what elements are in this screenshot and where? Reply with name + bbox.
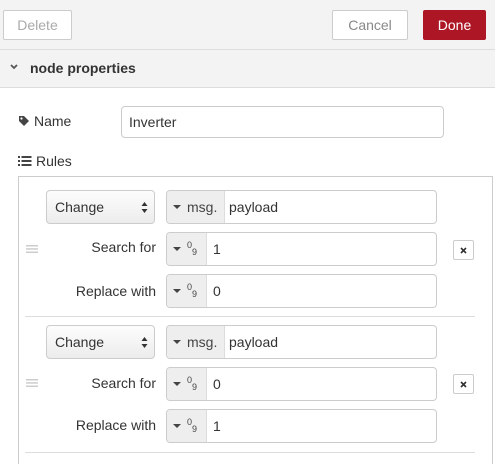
- chevron-down-icon: [10, 64, 18, 70]
- caret-down-icon: [173, 289, 181, 293]
- caret-down-icon: [173, 424, 181, 428]
- rule-property-input[interactable]: msg. payload: [166, 325, 437, 359]
- rule-action-value: Change: [55, 199, 105, 215]
- value-type-button[interactable]: 09: [167, 410, 207, 442]
- replace-value-input[interactable]: 09 0: [166, 274, 437, 308]
- number-type-icon: 09: [187, 375, 198, 392]
- search-value[interactable]: 1: [207, 233, 221, 265]
- caret-down-icon: [173, 340, 181, 344]
- search-value[interactable]: 0: [207, 368, 221, 400]
- property-type-label: msg.: [187, 334, 218, 350]
- property-type-label: msg.: [187, 199, 218, 215]
- number-type-icon: 09: [187, 417, 198, 434]
- number-type-icon: 09: [187, 240, 198, 257]
- name-label-text: Name: [34, 113, 72, 129]
- node-properties-header[interactable]: node properties: [0, 50, 495, 88]
- done-button[interactable]: Done: [423, 10, 486, 40]
- select-arrows-icon: [141, 202, 148, 213]
- property-type-button[interactable]: msg.: [167, 326, 225, 358]
- remove-rule-button[interactable]: [453, 374, 474, 394]
- replace-value-input[interactable]: 09 1: [166, 409, 437, 443]
- rule-divider: [25, 316, 475, 317]
- drag-handle-icon[interactable]: [26, 245, 38, 253]
- caret-down-icon: [173, 247, 181, 251]
- remove-rule-button[interactable]: [453, 240, 474, 260]
- replace-with-label: Replace with: [75, 283, 156, 299]
- rule-property-input[interactable]: msg. payload: [166, 190, 437, 224]
- name-label: Name: [18, 113, 71, 129]
- cancel-button[interactable]: Cancel: [332, 10, 408, 40]
- drag-handle-icon[interactable]: [26, 379, 38, 387]
- close-icon: [460, 246, 467, 254]
- property-value[interactable]: payload: [225, 191, 278, 223]
- section-title: node properties: [30, 60, 136, 76]
- value-type-button[interactable]: 09: [167, 368, 207, 400]
- rule-action-select[interactable]: Change: [46, 190, 155, 224]
- search-value-input[interactable]: 09 0: [166, 367, 437, 401]
- dialog-toolbar: Delete Cancel Done: [0, 0, 495, 50]
- caret-down-icon: [173, 205, 181, 209]
- value-type-button[interactable]: 09: [167, 275, 207, 307]
- rule-divider: [25, 452, 475, 453]
- delete-button[interactable]: Delete: [3, 10, 72, 40]
- list-icon: [18, 156, 32, 166]
- search-value-input[interactable]: 09 1: [166, 232, 437, 266]
- close-icon: [460, 380, 467, 388]
- rule-action-value: Change: [55, 334, 105, 350]
- select-arrows-icon: [141, 337, 148, 348]
- rules-label-text: Rules: [36, 153, 72, 169]
- value-type-button[interactable]: 09: [167, 233, 207, 265]
- tag-icon: [19, 116, 29, 126]
- property-value[interactable]: payload: [225, 326, 278, 358]
- replace-with-label: Replace with: [75, 417, 156, 433]
- name-input[interactable]: [121, 106, 444, 138]
- replace-value[interactable]: 1: [207, 410, 221, 442]
- search-for-label: Search for: [91, 375, 156, 391]
- replace-value[interactable]: 0: [207, 275, 221, 307]
- rule-action-select[interactable]: Change: [46, 325, 155, 359]
- search-for-label: Search for: [91, 239, 156, 255]
- rules-label: Rules: [18, 153, 72, 169]
- number-type-icon: 09: [187, 282, 198, 299]
- property-type-button[interactable]: msg.: [167, 191, 225, 223]
- caret-down-icon: [173, 382, 181, 386]
